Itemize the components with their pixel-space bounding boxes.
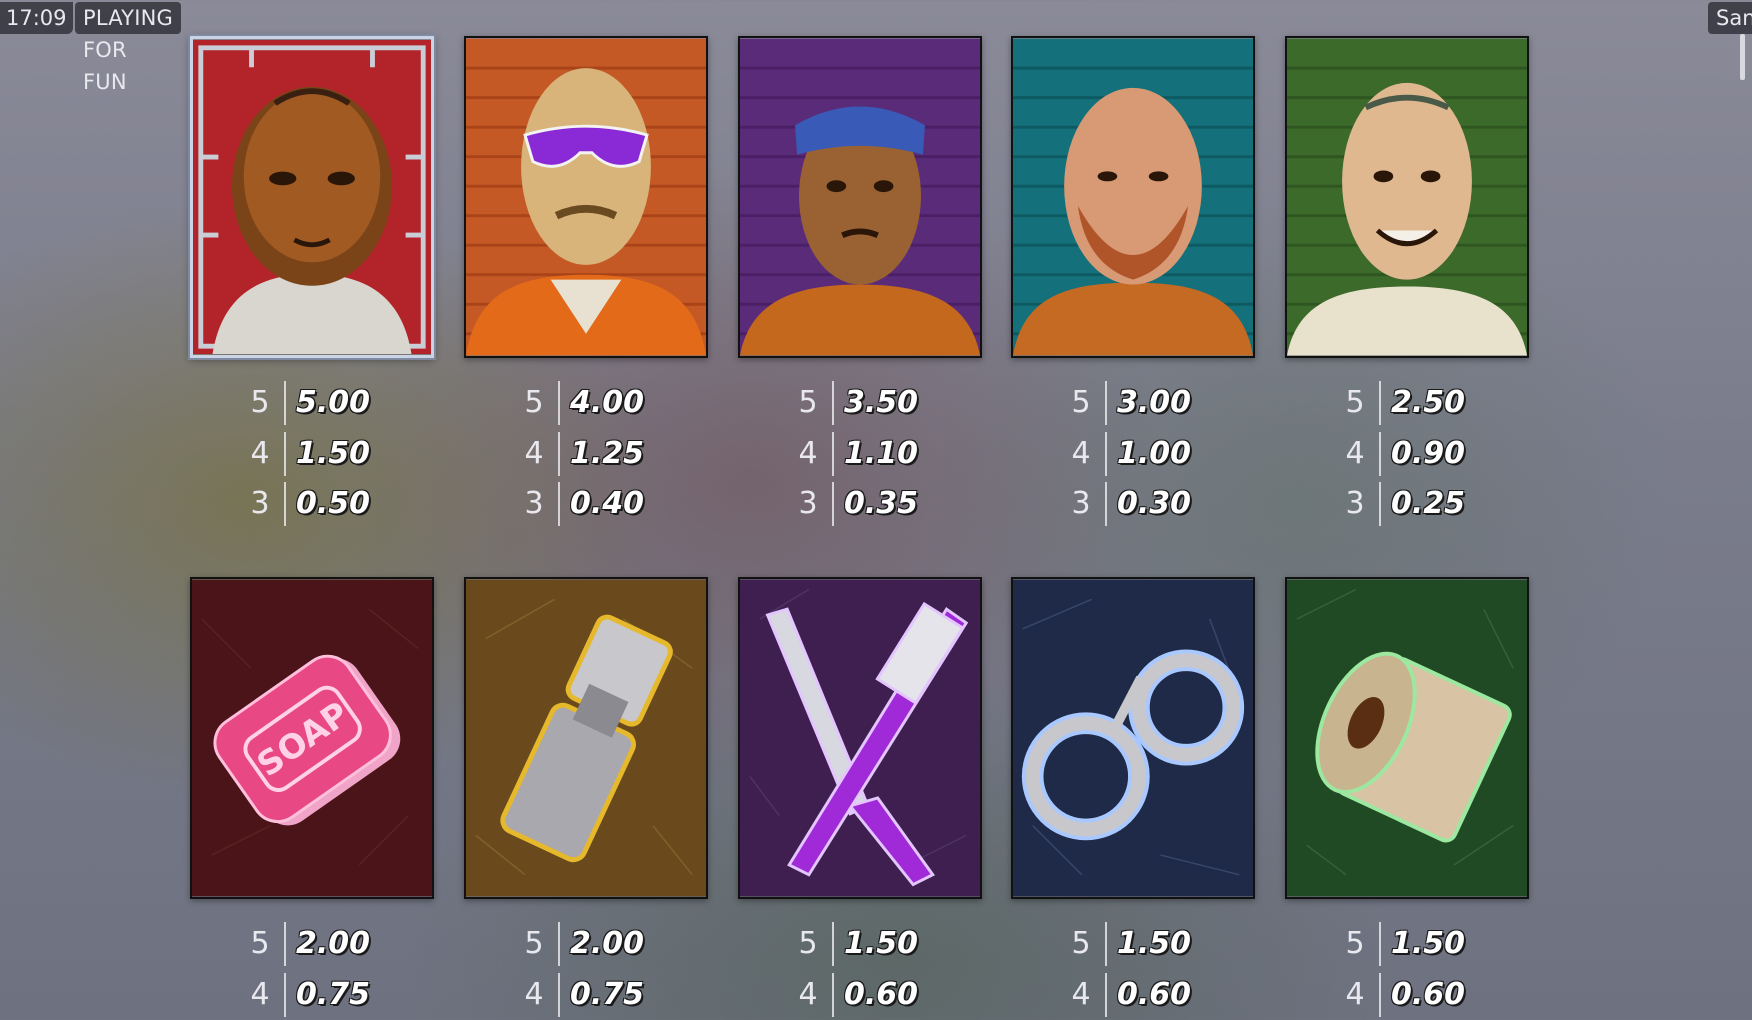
- payout-row: 4 0.75: [519, 970, 699, 1020]
- payout-row: 4 0.60: [1340, 970, 1520, 1020]
- payout-row: 4 0.60: [1066, 970, 1246, 1020]
- teal-inmate-tile: [1011, 36, 1255, 358]
- soap-bar-icon: SOAP: [192, 579, 432, 897]
- red-inmate-tile: [190, 36, 434, 358]
- green-inmate-tile: [1285, 36, 1529, 358]
- shiv-toothbrush-tile: [738, 577, 982, 899]
- payout-row: 4 1.10: [793, 429, 973, 479]
- payout-row: 5 1.50: [1066, 919, 1246, 969]
- purple-inmate-tile: [738, 36, 982, 358]
- payout-row: 4 1.25: [519, 429, 699, 479]
- bearded-inmate-icon: [1013, 38, 1253, 356]
- toilet-paper-icon: [1287, 579, 1527, 897]
- payout-row: 5 3.50: [793, 378, 973, 428]
- payout-row: 5 2.50: [1340, 378, 1520, 428]
- soap-tile: SOAP: [190, 577, 434, 899]
- toilet-paper-tile: [1285, 577, 1529, 899]
- payout-row: 5 3.00: [1066, 378, 1246, 428]
- payout-row: 4 1.50: [245, 429, 425, 479]
- payout-row: 3 0.30: [1066, 479, 1246, 529]
- lighter-icon: [466, 579, 706, 897]
- payout-row: 4 0.60: [793, 970, 973, 1020]
- paytable: 5 5.00 4 1.50 3 0.50 5 4.00 4 1.25 3 0.40: [0, 0, 1752, 1020]
- tattooed-inmate-icon: [1287, 38, 1527, 356]
- payout-row: 5 1.50: [793, 919, 973, 969]
- shiv-toothbrush-icon: [740, 579, 980, 897]
- payout-row: 4 0.75: [245, 970, 425, 1020]
- payout-row: 5 2.00: [245, 919, 425, 969]
- payout-row: 5 2.00: [519, 919, 699, 969]
- payout-row: 3 0.35: [793, 479, 973, 529]
- payout-row: 4 1.00: [1066, 429, 1246, 479]
- payout-row: 3 0.25: [1340, 479, 1520, 529]
- payout-row: 5 5.00: [245, 378, 425, 428]
- inmate-bandana-icon: [740, 38, 980, 356]
- payout-row: 3 0.50: [245, 479, 425, 529]
- payout-row: 5 1.50: [1340, 919, 1520, 969]
- handcuffs-icon: [1013, 579, 1253, 897]
- payout-row: 4 0.90: [1340, 429, 1520, 479]
- handcuffs-tile: [1011, 577, 1255, 899]
- bald-inmate-red-frame-icon: [193, 39, 431, 355]
- lighter-tile: [464, 577, 708, 899]
- inmate-sunglasses-icon: [466, 38, 706, 356]
- orange-inmate-tile: [464, 36, 708, 358]
- payout-row: 5 4.00: [519, 378, 699, 428]
- payout-row: 3 0.40: [519, 479, 699, 529]
